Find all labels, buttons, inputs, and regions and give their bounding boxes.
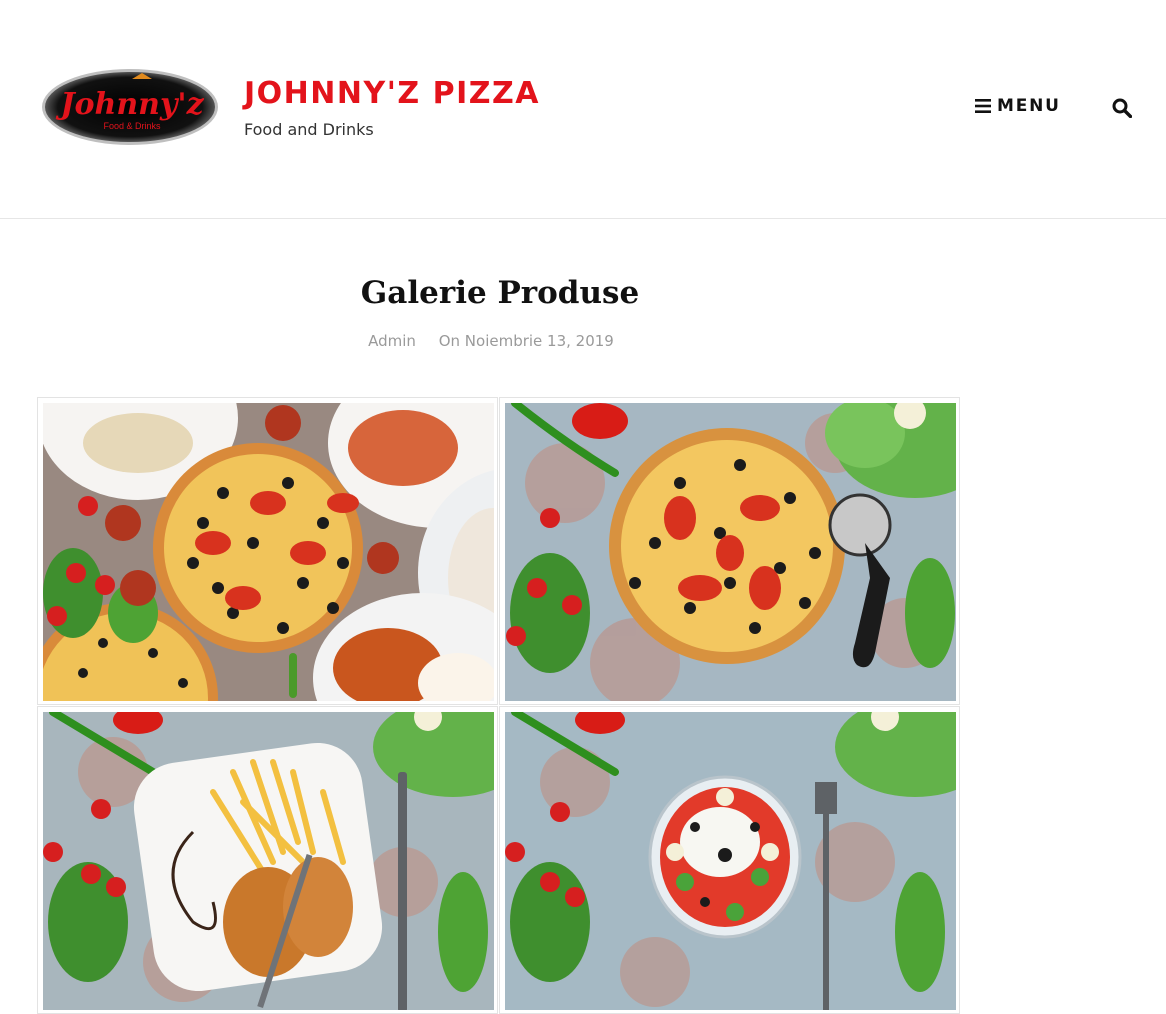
post-meta: Admin On Noiembrie 13, 2019 [0, 332, 982, 350]
gallery-item[interactable] [37, 397, 498, 705]
gallery-image-schnitzel-and-fries [43, 712, 494, 1010]
site-tagline: Food and Drinks [244, 120, 374, 139]
page-title: Galerie Produse [360, 275, 640, 311]
date-link[interactable]: On Noiembrie 13, 2019 [439, 332, 614, 350]
site-header: Johnny'z Food & Drinks JOHNNY'Z PIZZA Fo… [0, 0, 1166, 219]
gallery-image-pizza-spread [43, 403, 494, 701]
site-logo[interactable]: Johnny'z Food & Drinks [40, 67, 221, 147]
search-icon[interactable] [1112, 98, 1132, 118]
hamburger-icon [975, 99, 991, 113]
menu-label: MENU [997, 96, 1061, 116]
gallery-item[interactable] [499, 397, 960, 705]
svg-text:Johnny'z: Johnny'z [55, 87, 204, 122]
gallery-item[interactable] [37, 706, 498, 1014]
menu-button[interactable]: MENU [975, 96, 1061, 116]
gallery-item[interactable] [499, 706, 960, 1014]
author-link[interactable]: Admin [368, 332, 416, 350]
gallery-image-pizza-with-cutter [505, 403, 956, 701]
site-title[interactable]: JOHNNY'Z PIZZA [244, 76, 540, 111]
svg-text:Food & Drinks: Food & Drinks [103, 121, 161, 131]
gallery-image-greek-salad [505, 712, 956, 1010]
